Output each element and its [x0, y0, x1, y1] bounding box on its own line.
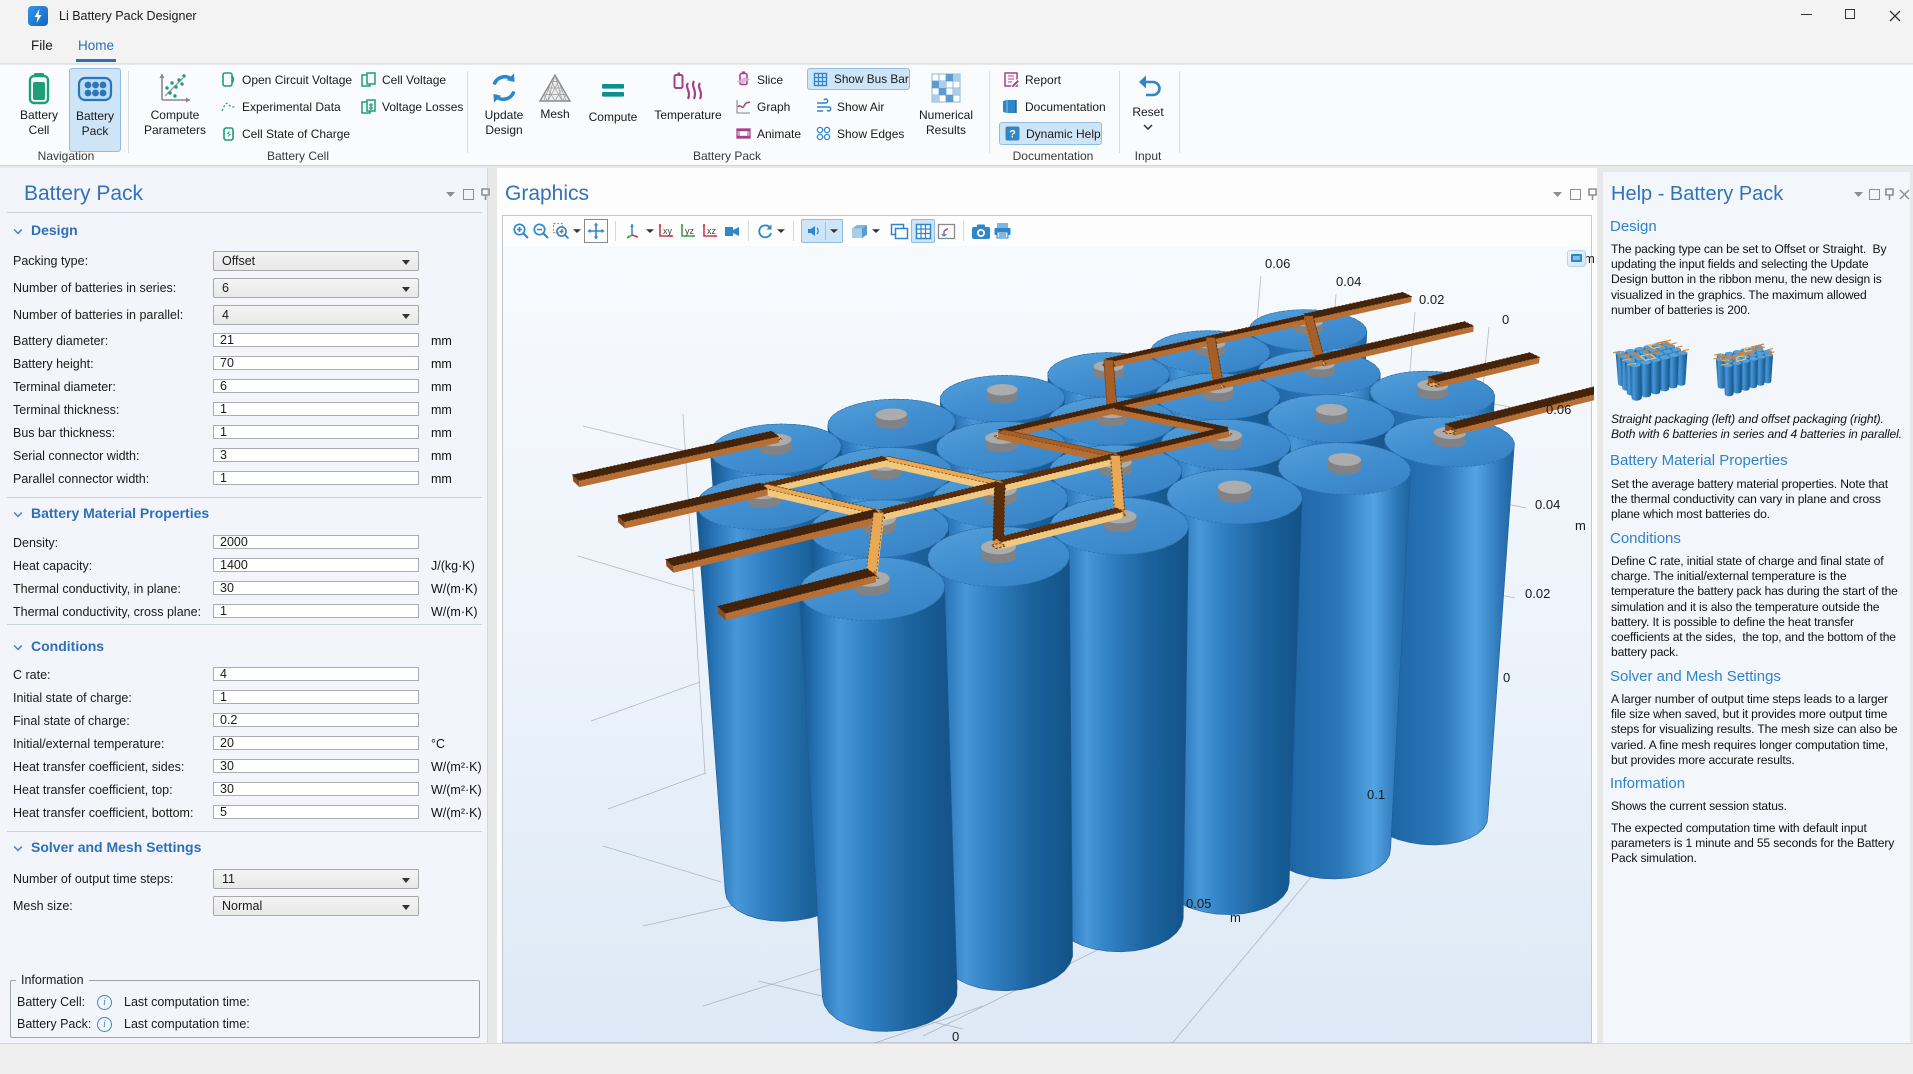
svg-text:0.02: 0.02 — [1419, 292, 1444, 307]
svg-text:0.05: 0.05 — [1186, 896, 1211, 911]
svg-text:?: ? — [1009, 129, 1016, 141]
svg-text:0.04: 0.04 — [1535, 497, 1560, 512]
svg-text:0: 0 — [1502, 312, 1509, 327]
svg-text:m: m — [1575, 518, 1586, 533]
svg-text:xz: xz — [707, 226, 717, 236]
svg-text:0.02: 0.02 — [1525, 586, 1550, 601]
svg-text:0: 0 — [952, 1029, 959, 1044]
svg-text:yz: yz — [685, 226, 695, 236]
svg-text:xy: xy — [663, 226, 673, 236]
svg-text:0.06: 0.06 — [1546, 402, 1571, 417]
svg-text:0.1: 0.1 — [1367, 787, 1385, 802]
svg-text:0.04: 0.04 — [1336, 274, 1361, 289]
svg-text:0: 0 — [1503, 670, 1510, 685]
svg-text:m: m — [1230, 910, 1241, 925]
svg-text:0.06: 0.06 — [1265, 256, 1290, 271]
